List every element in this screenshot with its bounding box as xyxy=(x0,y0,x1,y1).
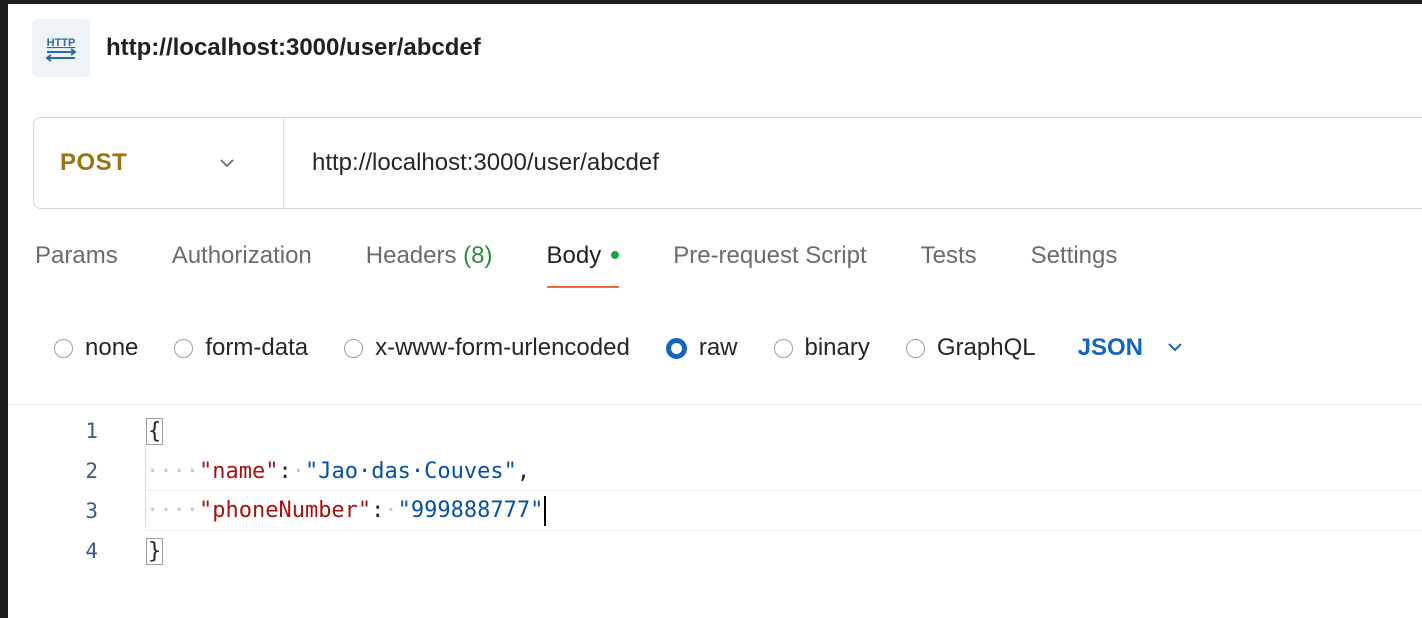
colon: : xyxy=(371,498,385,523)
text-cursor xyxy=(544,496,547,526)
tab-authorization[interactable]: Authorization xyxy=(172,242,312,288)
json-editor[interactable]: 1 { 2 ····"name":·"Jao·das·Couves", 3 ··… xyxy=(8,404,1422,618)
body-type-label: GraphQL xyxy=(936,334,1036,361)
json-key: "name" xyxy=(198,458,279,484)
editor-line: 4 } xyxy=(8,531,1422,571)
json-string: "Jao·das·Couves" xyxy=(304,458,517,484)
tab-label: Settings xyxy=(1030,242,1118,269)
tab-settings[interactable]: Settings xyxy=(1031,242,1118,288)
line-number: 1 xyxy=(85,419,98,443)
body-type-urlencoded[interactable]: x-www-form-urlencoded xyxy=(344,334,630,362)
radio-button[interactable] xyxy=(773,338,793,358)
editor-line: 3 ····"phoneNumber":·"999888777" xyxy=(8,491,1422,531)
body-type-label: x-www-form-urlencoded xyxy=(375,334,630,361)
editor-line: 2 ····"name":·"Jao·das·Couves", xyxy=(8,451,1422,491)
tab-label: Pre-request Script xyxy=(673,242,867,269)
code-text: } xyxy=(146,537,164,565)
code-text: ····"phoneNumber":·"999888777" xyxy=(146,496,547,526)
body-type-form-data[interactable]: form-data xyxy=(174,334,308,362)
svg-text:HTTP: HTTP xyxy=(47,37,76,49)
body-type-none[interactable]: none xyxy=(54,334,138,362)
tab-pre-request-script[interactable]: Pre-request Script xyxy=(673,242,866,288)
brace: } xyxy=(146,537,164,565)
method-dropdown[interactable]: POST xyxy=(34,118,284,208)
tab-label: Tests xyxy=(920,242,977,269)
line-number: 3 xyxy=(85,499,98,523)
body-type-label: none xyxy=(85,334,139,361)
indent-guide xyxy=(145,446,146,526)
chevron-down-icon xyxy=(1167,339,1183,357)
format-label: JSON xyxy=(1077,334,1143,361)
tab-label: Body xyxy=(546,242,602,269)
tab-body[interactable]: Body xyxy=(546,242,620,288)
space-dot: · xyxy=(384,498,398,523)
body-type-selector: none form-data x-www-form-urlencoded raw… xyxy=(54,326,1183,370)
url-bar: POST xyxy=(33,117,1422,209)
request-title-bar: HTTP http://localhost:3000/user/abcdef xyxy=(32,18,481,78)
chevron-down-icon xyxy=(219,155,235,173)
request-tabs: Params Authorization Headers (8) Body Pr… xyxy=(35,242,1171,302)
tab-label: Authorization xyxy=(171,242,312,269)
line-highlight-divider xyxy=(146,490,1422,491)
json-key: "phoneNumber" xyxy=(198,498,372,523)
comma: , xyxy=(516,458,531,484)
headers-count: (8) xyxy=(463,242,493,269)
line-number: 2 xyxy=(85,459,98,483)
body-type-label: form-data xyxy=(205,334,309,361)
indent-whitespace: ···· xyxy=(146,458,199,484)
modified-dot-icon xyxy=(611,250,620,259)
radio-button[interactable] xyxy=(344,338,364,358)
code-text: { xyxy=(146,417,164,445)
tab-tests[interactable]: Tests xyxy=(921,242,977,288)
tab-label: Params xyxy=(35,242,118,269)
http-icon: HTTP xyxy=(32,19,90,77)
radio-button-selected[interactable] xyxy=(665,337,687,359)
body-type-label: raw xyxy=(698,334,738,361)
request-title[interactable]: http://localhost:3000/user/abcdef xyxy=(106,34,481,62)
body-type-raw[interactable]: raw xyxy=(665,334,738,362)
url-input[interactable] xyxy=(312,149,1312,177)
radio-button[interactable] xyxy=(905,338,925,358)
json-string: "999888777" xyxy=(397,498,544,523)
line-highlight-divider xyxy=(146,530,1422,531)
body-type-graphql[interactable]: GraphQL xyxy=(905,334,1036,362)
colon: : xyxy=(278,458,292,484)
format-dropdown[interactable]: JSON xyxy=(1078,334,1183,362)
body-type-label: binary xyxy=(804,334,870,361)
editor-line: 1 { xyxy=(8,411,1422,451)
line-number: 4 xyxy=(85,539,98,563)
request-panel: HTTP http://localhost:3000/user/abcdef P… xyxy=(8,4,1422,618)
space-dot: · xyxy=(291,458,305,484)
radio-button[interactable] xyxy=(174,338,194,358)
tab-label: Headers xyxy=(365,242,457,269)
body-type-binary[interactable]: binary xyxy=(773,334,870,362)
code-text: ····"name":·"Jao·das·Couves", xyxy=(146,459,530,484)
radio-button[interactable] xyxy=(54,338,73,358)
tab-params[interactable]: Params xyxy=(35,242,118,288)
indent-whitespace: ···· xyxy=(146,498,199,523)
tab-headers[interactable]: Headers (8) xyxy=(366,242,493,288)
method-label: POST xyxy=(60,149,128,176)
brace: { xyxy=(146,417,164,445)
